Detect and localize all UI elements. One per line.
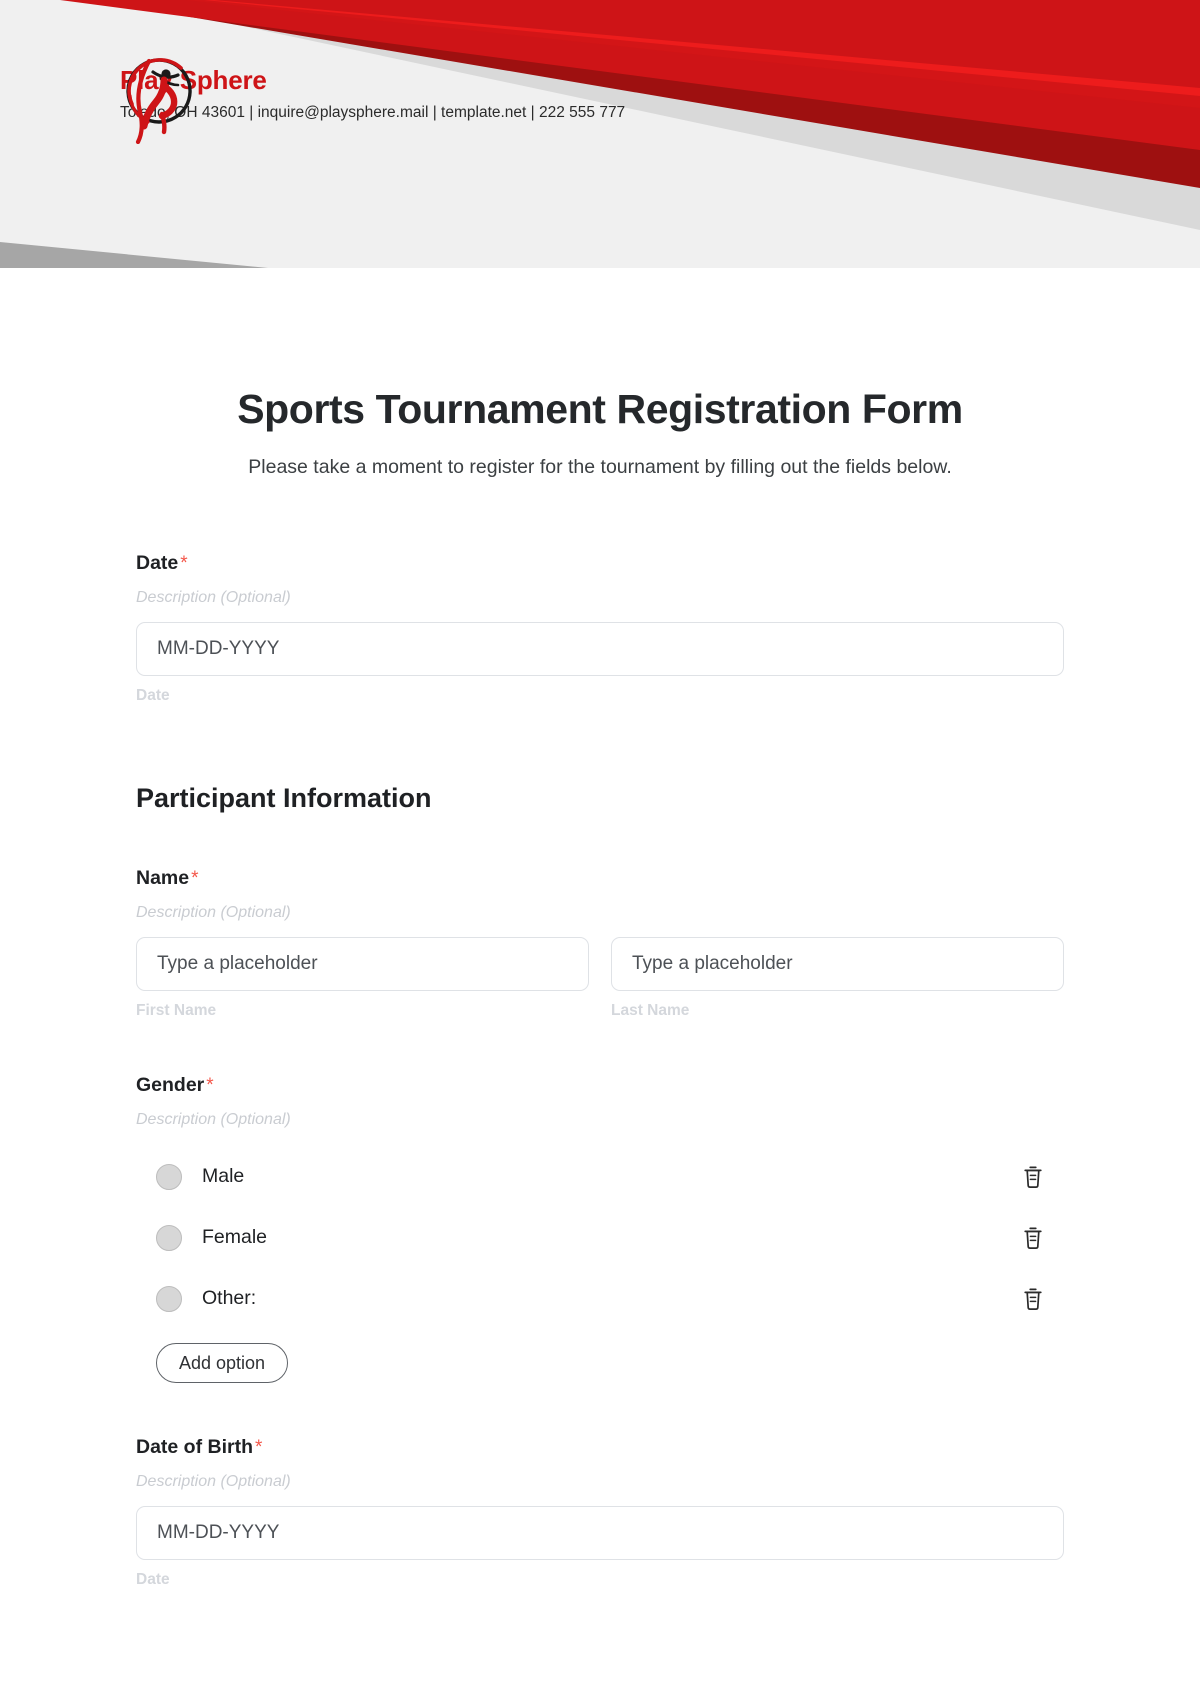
date-input[interactable]: MM-DD-YYYY xyxy=(136,622,1064,677)
gender-option-label: Other: xyxy=(202,1287,257,1310)
date-input-placeholder: MM-DD-YYYY xyxy=(157,638,280,660)
gender-option-male[interactable]: Male xyxy=(136,1155,1064,1199)
trash-icon[interactable] xyxy=(1022,1165,1044,1189)
required-marker: * xyxy=(180,553,188,575)
field-gender-label-text: Gender xyxy=(136,1074,205,1097)
field-dob-label: Date of Birth * xyxy=(136,1436,1064,1460)
field-date-sublabel: Date xyxy=(136,687,170,705)
running-figure-circle-logo-icon xyxy=(126,58,192,144)
field-date-description: Description (Optional) xyxy=(136,589,291,607)
last-name-sublabel: Last Name xyxy=(611,1002,690,1020)
field-name-label: Name * xyxy=(136,867,1064,891)
last-name-placeholder: Type a placeholder xyxy=(632,953,793,975)
gender-option-label: Male xyxy=(202,1165,245,1188)
page-title: Sports Tournament Registration Form xyxy=(237,386,963,432)
field-date-of-birth: Date of Birth * Description (Optional) MM… xyxy=(136,1436,1064,1590)
field-name-label-text: Name xyxy=(136,867,190,890)
required-marker: * xyxy=(255,1437,263,1459)
page-subtitle: Please take a moment to register for the… xyxy=(248,456,952,479)
form-container: Sports Tournament Registration Form Plea… xyxy=(136,288,1064,1590)
field-dob-description: Description (Optional) xyxy=(136,1472,291,1490)
field-gender-description: Description (Optional) xyxy=(136,1110,291,1128)
banner-decoration xyxy=(0,0,1200,288)
last-name-input[interactable]: Type a placeholder xyxy=(611,937,1064,992)
first-name-column: Type a placeholder First Name xyxy=(136,937,589,1021)
field-dob-sublabel: Date xyxy=(136,1571,170,1588)
field-date-label: Date * xyxy=(136,552,1064,576)
gender-option-other[interactable]: Other: xyxy=(136,1277,1064,1321)
gender-option-label: Female xyxy=(202,1226,268,1249)
radio-button-icon[interactable] xyxy=(156,1286,182,1313)
name-row: Type a placeholder First Name Type a pla… xyxy=(136,937,1064,1021)
dob-input[interactable]: MM-DD-YYYY xyxy=(136,1506,1064,1560)
required-marker: * xyxy=(206,1075,214,1097)
field-gender: Gender * Description (Optional) Male Fem… xyxy=(136,1074,1064,1384)
first-name-input[interactable]: Type a placeholder xyxy=(136,937,589,992)
add-option-button[interactable]: Add option xyxy=(156,1343,289,1384)
last-name-column: Type a placeholder Last Name xyxy=(611,937,1064,1021)
required-marker: * xyxy=(191,868,199,890)
radio-button-icon[interactable] xyxy=(156,1225,182,1252)
trash-icon[interactable] xyxy=(1022,1226,1044,1250)
first-name-sublabel: First Name xyxy=(136,1002,217,1020)
gender-option-female[interactable]: Female xyxy=(136,1216,1064,1260)
radio-button-icon[interactable] xyxy=(156,1164,182,1191)
trash-icon[interactable] xyxy=(1022,1287,1044,1311)
brand-contact: Toledo, OH 43601 | inquire@playsphere.ma… xyxy=(120,103,626,121)
header-banner: Play Sphere Toledo, OH 43601 | inquire@p… xyxy=(0,0,1200,288)
brand-block: Play Sphere Toledo, OH 43601 | inquire@p… xyxy=(120,52,820,144)
field-dob-label-text: Date of Birth xyxy=(136,1436,253,1459)
brand-name: Play Sphere xyxy=(120,65,267,95)
first-name-placeholder: Type a placeholder xyxy=(157,953,318,975)
dob-input-placeholder: MM-DD-YYYY xyxy=(157,1522,280,1543)
field-name-description: Description (Optional) xyxy=(136,904,291,922)
field-date: Date * Description (Optional) MM-DD-YYYY … xyxy=(136,552,1064,706)
section-heading-participant-information: Participant Information xyxy=(136,783,432,814)
gender-options-list: Male Female Other: Add option xyxy=(136,1155,1064,1384)
field-gender-label: Gender * xyxy=(136,1074,1064,1098)
form-page: Sports Tournament Registration Form Plea… xyxy=(0,288,1200,1590)
field-name: Name * Description (Optional) Type a plac… xyxy=(136,867,1064,1021)
field-date-label-text: Date xyxy=(136,552,179,575)
